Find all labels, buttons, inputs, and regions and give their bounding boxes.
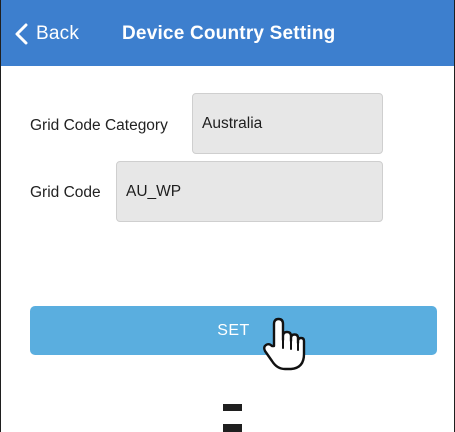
- set-button[interactable]: SET: [30, 306, 437, 355]
- divider-mark-top: [223, 404, 242, 411]
- page-title: Device Country Setting: [122, 23, 336, 44]
- hand-pointer-icon: [261, 316, 307, 372]
- app-screen: Back Device Country Setting Grid Code Ca…: [0, 0, 455, 432]
- grid-code-field[interactable]: AU_WP: [116, 161, 383, 222]
- back-label: Back: [36, 23, 80, 44]
- grid-code-label: Grid Code: [30, 184, 101, 201]
- chevron-left-icon: [15, 23, 28, 45]
- navigation-bar: Back Device Country Setting: [1, 0, 454, 66]
- grid-code-category-label: Grid Code Category: [30, 117, 168, 134]
- back-button[interactable]: Back: [15, 22, 79, 46]
- divider-mark-bottom: [223, 424, 242, 432]
- grid-code-category-field[interactable]: Australia: [192, 93, 383, 154]
